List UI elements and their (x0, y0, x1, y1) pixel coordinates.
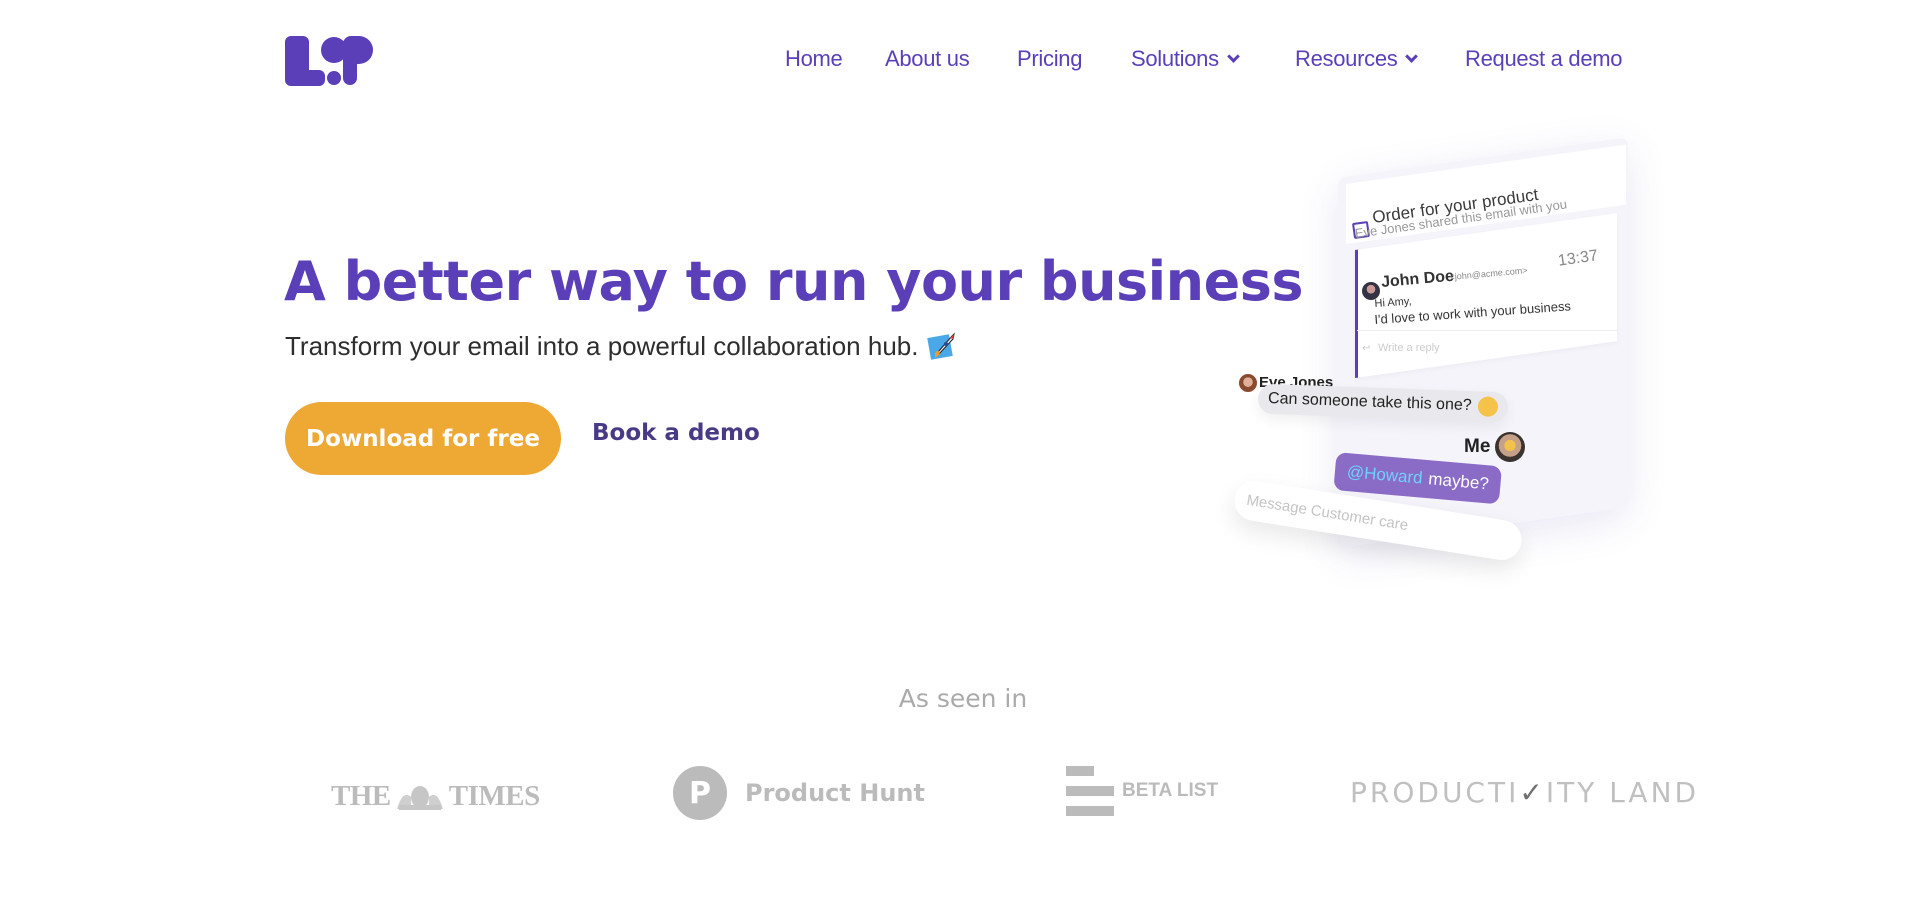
relieved-face-icon (1477, 396, 1498, 418)
productivity-land-logo: PRODUCTI ✓ ITY LAND (1350, 776, 1699, 809)
chevron-down-icon (1226, 49, 1240, 63)
the-times-logo: THE TIMES (331, 780, 540, 813)
loop-logo[interactable] (285, 36, 373, 86)
crest-icon (396, 785, 443, 810)
check-arrow-icon: ✓ (1519, 776, 1546, 809)
site-header: Home About us Pricing Solutions Resource… (0, 0, 1920, 120)
reply-placeholder: Write a reply (1378, 342, 1440, 354)
beta-list-text: BETA LIST (1122, 780, 1219, 801)
beta-list-bars-icon (1066, 766, 1114, 816)
nav-request-demo[interactable]: Request a demo (1465, 46, 1623, 72)
productivity-land-right: ITY LAND (1545, 776, 1700, 809)
productivity-land-left: PRODUCTI (1350, 776, 1520, 809)
divider (1357, 330, 1617, 331)
hero-subtitle: Transform your email into a powerful col… (285, 330, 958, 362)
chat-text-eve: Can someone take this one? (1267, 389, 1472, 415)
nav-pricing[interactable]: Pricing (1017, 46, 1082, 72)
reply-icon: ↩ (1362, 343, 1371, 354)
chevron-down-icon (1405, 49, 1419, 63)
book-a-demo-link[interactable]: Book a demo (592, 420, 760, 446)
nav-pricing-label: Pricing (1017, 46, 1083, 71)
chat-author-me: Me (1464, 436, 1491, 457)
hero-subtitle-text: Transform your email into a powerful col… (285, 330, 919, 361)
nav-home-label: Home (785, 46, 843, 71)
beta-list-logo: BETA LIST (1066, 766, 1218, 816)
product-illustration: Order for your product Eve Jones shared … (1220, 137, 1640, 580)
nav-about-us[interactable]: About us (885, 46, 970, 72)
nav-about-us-label: About us (885, 46, 970, 71)
hero-title: A better way to run your business (284, 250, 1304, 313)
times-right-text: TIMES (448, 780, 540, 812)
nav-home[interactable]: Home (785, 46, 843, 72)
eve-avatar (1239, 374, 1257, 392)
download-for-free-button[interactable]: Download for free (285, 402, 561, 475)
mention-howard: @Howard (1346, 462, 1424, 488)
me-avatar (1495, 432, 1525, 462)
nav-resources-label: Resources (1295, 46, 1398, 71)
chat-text-me: maybe? (1427, 469, 1490, 494)
nav-solutions-label: Solutions (1131, 46, 1219, 71)
nav-request-demo-label: Request a demo (1465, 46, 1623, 71)
nav-resources[interactable]: Resources (1295, 46, 1419, 72)
nav-solutions[interactable]: Solutions (1131, 46, 1240, 72)
rocket-icon (927, 332, 956, 360)
product-hunt-logo: P Product Hunt (673, 766, 925, 820)
product-hunt-text: Product Hunt (745, 779, 925, 807)
as-seen-in-label: As seen in (898, 684, 1028, 713)
times-left-text: THE (331, 780, 391, 812)
product-hunt-p-icon: P (673, 766, 727, 820)
